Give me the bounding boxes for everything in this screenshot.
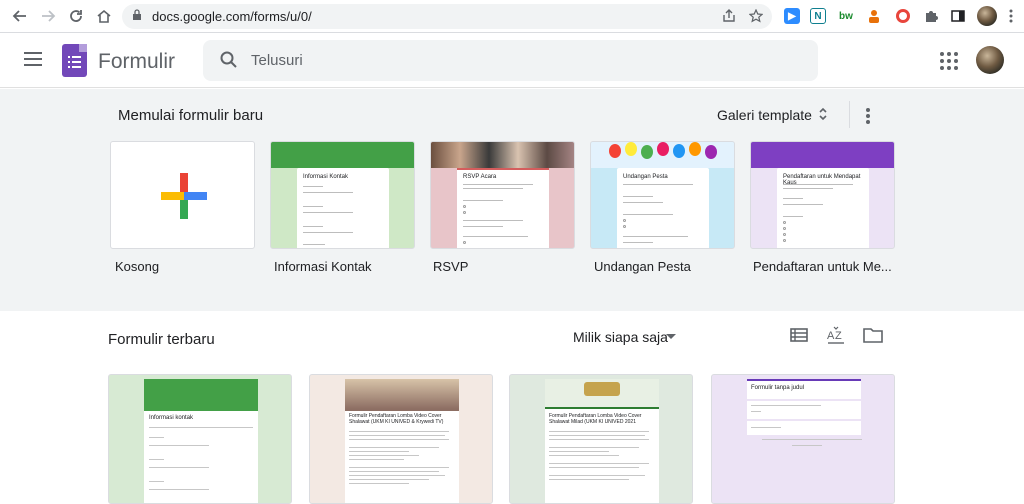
more-vert-icon[interactable]	[1008, 8, 1014, 24]
template-label[interactable]: Pendaftaran untuk Me...	[753, 259, 892, 274]
forms-logo[interactable]	[62, 44, 87, 77]
browser-toolbar: docs.google.com/forms/u/0/ ▶ N bw	[0, 0, 1024, 33]
recent-form-card[interactable]: Informasi kontak	[108, 374, 292, 504]
form-preview: Formulir tanpa judul	[747, 379, 861, 399]
account-avatar[interactable]	[976, 46, 1004, 74]
form-preview: Formulir Pendaftaran Lomba Video Cover S…	[345, 409, 459, 503]
template-label[interactable]: RSVP	[433, 259, 468, 274]
svg-text:Z: Z	[835, 330, 842, 342]
menu-icon[interactable]	[24, 52, 42, 66]
template-label[interactable]: Kosong	[115, 259, 159, 274]
bw-extension-icon[interactable]: bw	[838, 8, 854, 24]
forward-icon[interactable]	[38, 6, 58, 26]
owner-filter-dropdown[interactable]: Milik siapa saja	[573, 329, 668, 345]
n-extension-icon[interactable]: N	[810, 8, 826, 24]
template-card-title: Informasi Kontak	[303, 174, 349, 180]
list-view-icon[interactable]	[790, 326, 810, 346]
search-bar[interactable]	[203, 40, 818, 81]
home-icon[interactable]	[94, 6, 114, 26]
share-icon[interactable]	[722, 9, 736, 26]
url-text: docs.google.com/forms/u/0/	[152, 9, 312, 24]
form-title: Formulir tanpa judul	[751, 385, 805, 391]
form-title: Formulir Pendaftaran Lomba Video Cover S…	[349, 413, 444, 425]
dropdown-arrow-icon[interactable]	[666, 334, 676, 339]
person-extension-icon[interactable]	[866, 8, 882, 24]
template-label[interactable]: Undangan Pesta	[594, 259, 691, 274]
app-title[interactable]: Formulir	[98, 50, 175, 74]
address-bar[interactable]: docs.google.com/forms/u/0/	[122, 4, 772, 29]
template-tshirt-signup[interactable]: Pendaftaran untuk Mendapat Kaus	[750, 141, 895, 249]
search-icon[interactable]	[219, 50, 239, 70]
unfold-icon[interactable]	[818, 106, 828, 122]
recent-form-card[interactable]: Formulir Pendaftaran Lomba Video Cover S…	[509, 374, 693, 504]
more-vert-icon[interactable]	[866, 108, 870, 124]
back-icon[interactable]	[10, 6, 30, 26]
template-gallery-button[interactable]: Galeri template	[717, 107, 812, 123]
folder-icon[interactable]	[863, 326, 883, 346]
template-label[interactable]: Informasi Kontak	[274, 259, 372, 274]
reload-icon[interactable]	[66, 6, 86, 26]
star-icon[interactable]	[748, 8, 764, 26]
form-preview: Formulir Pendaftaran Lomba Video Cover S…	[545, 409, 659, 503]
svg-text:A: A	[827, 330, 835, 342]
template-gallery: Memulai formulir baru Galeri template Ko…	[0, 89, 1024, 311]
template-contact-info[interactable]: Informasi Kontak	[270, 141, 415, 249]
profile-avatar[interactable]	[977, 6, 997, 26]
sort-az-icon[interactable]: AZ	[826, 326, 846, 346]
recent-form-card[interactable]: Formulir tanpa judul	[711, 374, 895, 504]
zoom-extension-icon[interactable]: ▶	[784, 8, 800, 24]
template-party-invite[interactable]: Undangan Pesta	[590, 141, 735, 249]
apps-icon[interactable]	[940, 52, 958, 70]
divider	[849, 101, 850, 128]
adblock-extension-icon[interactable]	[895, 8, 911, 24]
search-input[interactable]	[251, 50, 751, 70]
template-card-title: Undangan Pesta	[623, 174, 668, 180]
app-header: Formulir	[0, 33, 1024, 88]
extensions-icon[interactable]	[923, 8, 939, 24]
sidepanel-icon[interactable]	[950, 8, 966, 24]
gallery-title: Memulai formulir baru	[118, 107, 264, 124]
recent-forms-title: Formulir terbaru	[108, 331, 215, 348]
form-title: Formulir Pendaftaran Lomba Video Cover S…	[549, 413, 642, 425]
template-card-title: RSVP Acara	[463, 174, 497, 180]
form-title: Informasi kontak	[149, 415, 194, 421]
template-blank[interactable]	[110, 141, 255, 249]
form-preview: Informasi kontak	[144, 409, 258, 503]
plus-icon	[161, 173, 207, 219]
recent-form-card[interactable]: Formulir Pendaftaran Lomba Video Cover S…	[309, 374, 493, 504]
template-rsvp[interactable]: RSVP Acara	[430, 141, 575, 249]
lock-icon	[132, 9, 142, 24]
